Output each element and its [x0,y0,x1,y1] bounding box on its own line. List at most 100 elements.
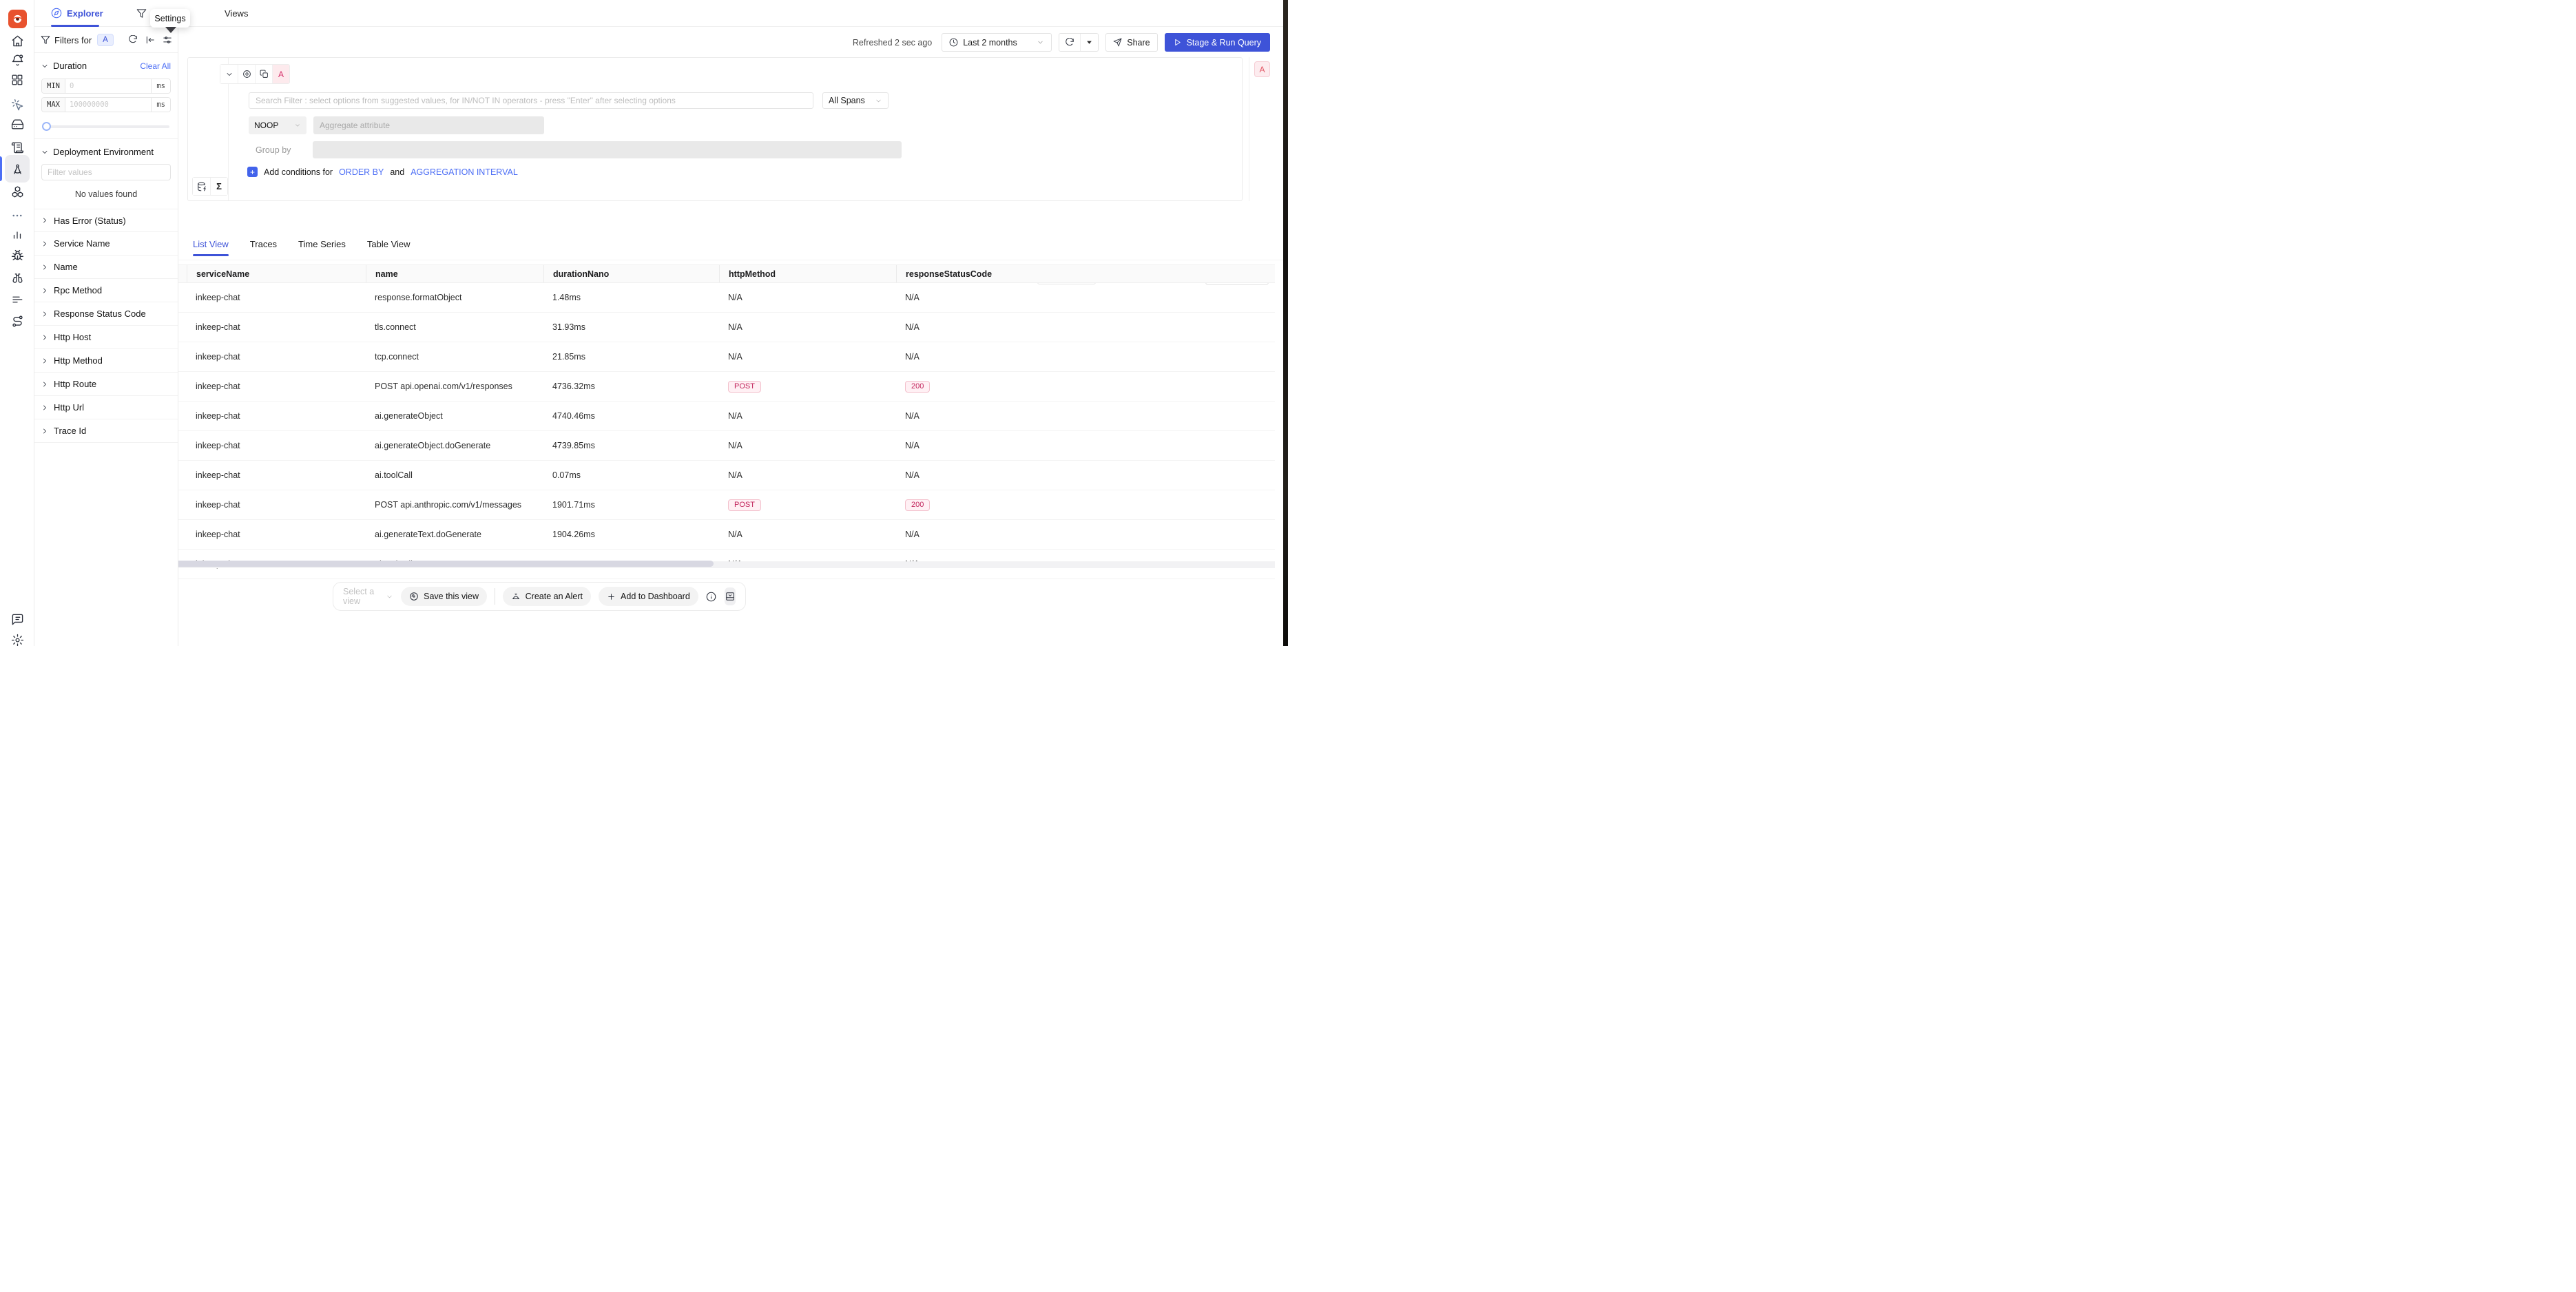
chevron-down-icon[interactable] [41,148,49,156]
save-view-button[interactable]: Save this view [401,587,487,606]
search-filter-input[interactable] [249,92,813,109]
sidebar-item-service-map[interactable] [0,266,34,289]
filter-section-label: Name [54,262,78,272]
cell-httpmethod: N/A [719,520,896,549]
sidebar-item-pipelines[interactable] [0,288,34,311]
group-by-label: Group by [256,145,291,155]
duration-max-input[interactable] [65,98,151,112]
stage-run-query-button[interactable]: Stage & Run Query [1165,33,1270,52]
plus-icon[interactable]: + [247,167,258,177]
filter-section-rpc-method[interactable]: Rpc Method [34,279,178,302]
collapse-left-icon[interactable] [145,35,155,45]
tab-views[interactable]: Views [225,0,248,26]
chevron-right-icon [41,240,49,248]
sidebar-logo[interactable] [0,7,34,30]
refresh-button[interactable] [1059,34,1080,51]
slider-handle[interactable] [42,122,51,131]
max-label: MAX [42,98,65,112]
sliders-icon[interactable] [163,35,172,45]
app-window: Explorer Funnels Views Settings Filters … [0,0,1288,646]
aggregation-interval-link[interactable]: AGGREGATION INTERVAL [411,167,518,177]
min-unit: ms [151,79,170,93]
sidebar-item-messaging-queues[interactable] [0,180,34,203]
query-a-badge[interactable]: A [272,65,289,83]
sidebar-item-dashboards[interactable] [0,68,34,92]
aggregate-operator-select[interactable]: NOOP [249,116,307,134]
chevron-down-icon[interactable] [41,62,49,70]
table-body: 2025-09-04 23:05:34.296inkeep-chatrespon… [9,283,1275,579]
share-button[interactable]: Share [1105,33,1157,52]
cell-servicename: inkeep-chat [187,283,366,312]
filter-section-name[interactable]: Name [34,256,178,279]
search-filter-row: All Spans [249,92,889,109]
time-range-select[interactable]: Last 2 months [942,33,1052,52]
clock-icon [949,38,958,47]
sidebar-item-infrastructure[interactable] [0,112,34,136]
cell-name: POST api.anthropic.com/v1/messages [366,490,543,519]
sidebar-item-exceptions[interactable] [0,244,34,267]
clear-all-link[interactable]: Clear All [140,61,171,71]
table-row[interactable]: 2025-09-04 23:05:27.622inkeep-chatai.gen… [9,520,1275,550]
view-tab-list-view[interactable]: List View [193,239,229,256]
query-a-side-badge[interactable]: A [1254,61,1270,77]
deployment-filter-input[interactable] [48,167,165,177]
order-by-link[interactable]: ORDER BY [339,167,384,177]
sidebar-item-traces[interactable] [0,158,34,181]
filters-query-badge[interactable]: A [97,34,114,46]
filter-section-http-route[interactable]: Http Route [34,373,178,396]
filter-section-http-host[interactable]: Http Host [34,326,178,349]
cell-httpmethod: N/A [719,402,896,430]
view-tab-table-view[interactable]: Table View [367,239,411,256]
filter-section-trace-id[interactable]: Trace Id [34,419,178,443]
table-row[interactable]: 2025-09-04 23:05:29.532inkeep-chatai.gen… [9,431,1275,461]
info-icon-button[interactable] [706,587,717,605]
refresh-caret-button[interactable] [1080,34,1098,51]
table-row[interactable]: 2025-09-04 23:05:29.534inkeep-chatPOST a… [9,372,1275,402]
filter-section-http-method[interactable]: Http Method [34,349,178,373]
table-row[interactable]: 2025-09-04 23:05:29.532inkeep-chatai.gen… [9,402,1275,431]
copy-query-button[interactable] [255,65,272,83]
table-row[interactable]: 2025-09-04 23:05:29.535inkeep-chattcp.co… [9,342,1275,372]
filter-section-label: Rpc Method [54,285,102,295]
chevron-down-icon [386,593,393,601]
slider-track[interactable] [43,125,169,128]
query-builder-card: A All Spans NOOP Aggregate attribute Gro… [187,57,1243,201]
disc-icon-button[interactable] [238,65,255,83]
chevron-down-icon [294,122,301,129]
refresh-icon[interactable] [128,35,138,45]
table-row[interactable]: 2025-09-04 23:05:27.624inkeep-chatPOST a… [9,490,1275,520]
table-row[interactable]: 2025-09-04 23:05:34.296inkeep-chatrespon… [9,283,1275,313]
table-row[interactable]: 2025-09-04 23:05:29.527inkeep-chatai.too… [9,461,1275,490]
filter-section-http-url[interactable]: Http Url [34,396,178,419]
explorer-tab-bar: Explorer Funnels Views [34,0,1288,27]
add-to-dashboard-button[interactable]: Add to Dashboard [599,587,698,606]
select-view-dropdown[interactable]: Select a view [343,587,393,606]
pointer-click-icon [11,98,24,112]
collapse-query-button[interactable] [220,65,238,83]
sigma-icon-button[interactable]: Σ [210,178,227,195]
tab-explorer[interactable]: Explorer [51,0,103,26]
chevron-right-icon [41,380,49,388]
min-label: MIN [42,79,65,93]
database-zap-icon-button[interactable] [193,178,210,195]
duration-min-input[interactable] [65,79,151,93]
sidebar-item-support[interactable] [0,607,34,631]
span-scope-select[interactable]: All Spans [822,92,889,109]
sidebar-item-settings[interactable] [0,628,34,646]
sidebar-item-integrations[interactable] [0,309,34,333]
filter-section-has-error-status-[interactable]: Has Error (Status) [34,209,178,232]
view-tabs: List View Traces Time Series Table View [193,239,411,256]
status-badge: POST [728,499,761,511]
refreshed-text: Refreshed 2 sec ago [853,38,932,48]
view-tab-time-series[interactable]: Time Series [298,239,346,256]
create-alert-button[interactable]: Create an Alert [503,587,591,606]
table-row[interactable]: 2025-09-04 23:05:29.535inkeep-chattls.co… [9,313,1275,342]
filter-section-response-status-code[interactable]: Response Status Code [34,302,178,326]
filter-section-service-name[interactable]: Service Name [34,232,178,256]
sidebar-item-metrics[interactable] [0,222,34,246]
dock-panel-icon-button[interactable] [725,587,736,605]
chevron-down-icon [1037,39,1044,46]
view-tab-traces[interactable]: Traces [250,239,277,256]
filter-section-label: Http Method [54,355,103,366]
cell-responsestatuscode: N/A [896,313,1275,342]
